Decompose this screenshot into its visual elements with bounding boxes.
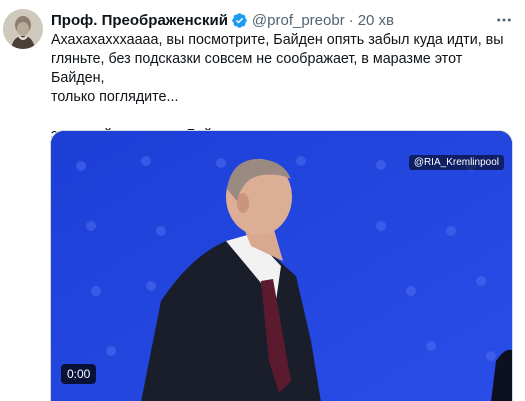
verified-badge-icon bbox=[231, 12, 248, 29]
watermark: @RIA_Kremlinpool bbox=[408, 155, 504, 170]
tweet-text: Ахахахахххаааа, вы посмотрите, Байден оп… bbox=[51, 31, 511, 145]
author-handle[interactable]: @prof_preobr bbox=[252, 12, 345, 29]
avatar-image bbox=[3, 9, 43, 49]
author-name[interactable]: Проф. Преображенский bbox=[51, 12, 228, 29]
more-dots-icon[interactable] bbox=[494, 10, 514, 30]
tweet[interactable]: Проф. Преображенский @prof_preobr · 20 х… bbox=[0, 0, 525, 401]
video-player[interactable]: @RIA_Kremlinpool 0:00 bbox=[50, 130, 513, 401]
avatar[interactable] bbox=[3, 9, 43, 49]
separator-dot: · bbox=[348, 11, 354, 29]
video-duration: 0:00 bbox=[61, 364, 97, 384]
video-frame bbox=[51, 131, 512, 401]
tweet-text-line-2: гляньте, без подсказки совсем не соображ… bbox=[51, 51, 463, 86]
tweet-text-line-3: только поглядите... bbox=[51, 89, 179, 105]
timestamp[interactable]: 20 хв bbox=[358, 12, 394, 29]
tweet-text-line-1: Ахахахахххаааа, вы посмотрите, Байден оп… bbox=[51, 32, 504, 48]
tweet-header: Проф. Преображенский @prof_preobr · 20 х… bbox=[51, 10, 394, 30]
